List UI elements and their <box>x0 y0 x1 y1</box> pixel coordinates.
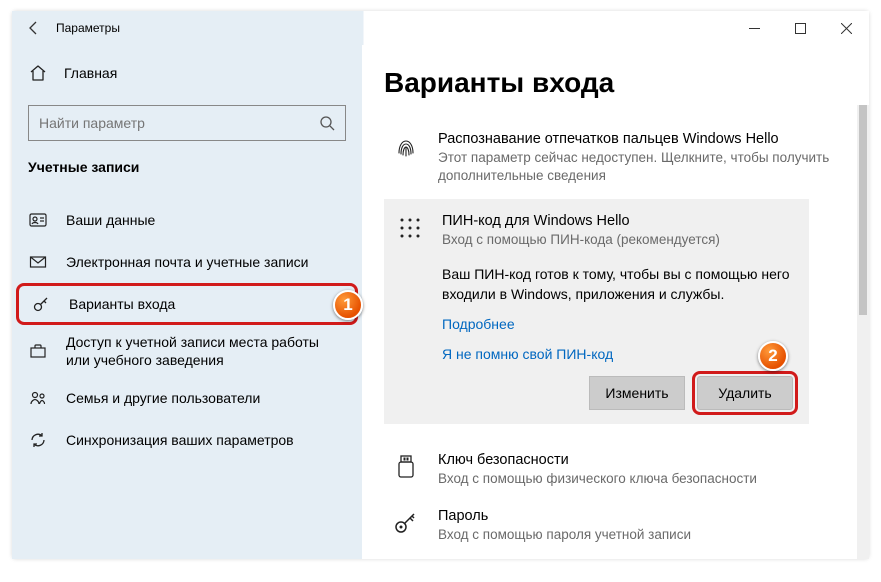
pin-more-link[interactable]: Подробнее <box>442 316 799 332</box>
sidebar-item-label: Семья и другие пользователи <box>66 389 260 407</box>
sidebar-item-label: Доступ к учетной записи места работы или… <box>66 333 346 369</box>
key-icon <box>390 508 422 536</box>
option-subtitle: Вход с помощью физического ключа безопас… <box>438 470 757 488</box>
option-password[interactable]: Пароль Вход с помощью пароля учетной зап… <box>384 498 847 554</box>
sidebar: Главная Учетные записи Ваши данные <box>12 45 362 559</box>
search-icon <box>319 115 335 131</box>
option-pin[interactable]: ПИН-код для Windows Hello Вход с помощью… <box>394 213 799 257</box>
titlebar: Параметры <box>12 11 869 45</box>
sidebar-item-your-info[interactable]: Ваши данные <box>12 199 362 241</box>
annotation-badge-1: 1 <box>333 290 363 320</box>
scrollbar[interactable] <box>857 105 869 559</box>
close-button[interactable] <box>823 11 869 45</box>
briefcase-icon <box>28 342 48 360</box>
button-label: Удалить <box>718 385 771 401</box>
sidebar-item-work-access[interactable]: Доступ к учетной записи места работы или… <box>12 325 362 377</box>
sidebar-item-signin-options[interactable]: Варианты входа 1 <box>16 283 358 325</box>
pin-change-button[interactable]: Изменить <box>589 376 685 410</box>
option-subtitle: Вход с помощью ПИН-кода (рекомендуется) <box>442 231 720 249</box>
main-content: Варианты входа Распознавание отпечатков … <box>362 45 869 559</box>
people-icon <box>28 389 48 407</box>
sidebar-home[interactable]: Главная <box>12 53 362 93</box>
maximize-button[interactable] <box>777 11 823 45</box>
pin-description: Ваш ПИН-код готов к тому, чтобы вы с пом… <box>442 264 799 305</box>
sidebar-item-label: Синхронизация ваших параметров <box>66 431 294 449</box>
annotation-badge-2: 2 <box>758 341 788 371</box>
mail-icon <box>28 253 48 271</box>
user-card-icon <box>28 211 48 229</box>
fingerprint-icon <box>390 131 422 159</box>
sidebar-item-label: Электронная почта и учетные записи <box>66 253 308 271</box>
pin-keypad-icon <box>394 213 426 241</box>
back-button[interactable] <box>12 11 56 45</box>
sidebar-item-label: Ваши данные <box>66 211 155 229</box>
minimize-button[interactable] <box>731 11 777 45</box>
option-title: Ключ безопасности <box>438 452 757 468</box>
sidebar-item-family[interactable]: Семья и другие пользователи <box>12 377 362 419</box>
sidebar-item-label: Варианты входа <box>69 295 175 313</box>
sidebar-nav: Ваши данные Электронная почта и учетные … <box>12 187 362 461</box>
pin-remove-button[interactable]: Удалить 2 <box>697 376 793 410</box>
option-title: Распознавание отпечатков пальцев Windows… <box>438 131 841 147</box>
sidebar-item-sync[interactable]: Синхронизация ваших параметров <box>12 419 362 461</box>
usb-key-icon <box>390 452 422 480</box>
sync-icon <box>28 431 48 449</box>
home-icon <box>28 64 48 82</box>
window-title: Параметры <box>56 21 120 35</box>
sidebar-section-title: Учетные записи <box>12 155 362 187</box>
scrollbar-thumb[interactable] <box>859 105 867 315</box>
option-subtitle: Вход с помощью пароля учетной записи <box>438 526 691 544</box>
option-subtitle: Этот параметр сейчас недоступен. Щелкнит… <box>438 149 841 185</box>
settings-window: Параметры Главная Уче <box>12 11 869 559</box>
option-pin-expanded: ПИН-код для Windows Hello Вход с помощью… <box>384 199 809 424</box>
option-title: ПИН-код для Windows Hello <box>442 213 720 229</box>
option-title: Пароль <box>438 508 691 524</box>
search-input[interactable] <box>28 105 346 141</box>
sidebar-home-label: Главная <box>64 65 117 81</box>
option-security-key[interactable]: Ключ безопасности Вход с помощью физичес… <box>384 442 847 498</box>
option-fingerprint[interactable]: Распознавание отпечатков пальцев Windows… <box>384 121 847 195</box>
search-field[interactable] <box>39 115 319 131</box>
key-icon <box>31 295 51 313</box>
sidebar-item-email[interactable]: Электронная почта и учетные записи <box>12 241 362 283</box>
page-title: Варианты входа <box>384 67 847 99</box>
pin-forgot-link[interactable]: Я не помню свой ПИН-код <box>442 346 799 362</box>
